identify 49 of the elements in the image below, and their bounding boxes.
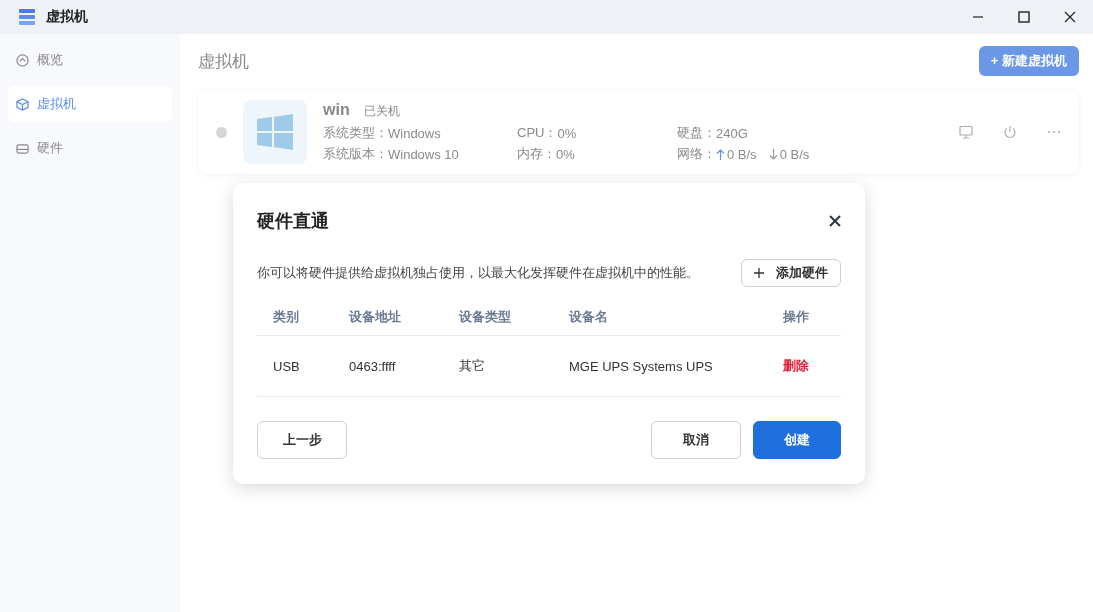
plus-icon xyxy=(754,268,764,278)
app-logo-icon xyxy=(18,8,36,26)
field-label: 系统版本： xyxy=(323,145,388,163)
arrow-down-icon xyxy=(768,148,778,160)
delete-link[interactable]: 删除 xyxy=(783,358,809,373)
table-cell-text: MGE UPS Systems UPS xyxy=(568,358,714,374)
table-cell-text: 0463:ffff xyxy=(348,358,397,374)
column-header: 操作 xyxy=(782,308,810,326)
table-cell-text: USB xyxy=(272,358,301,374)
arrow-up-icon xyxy=(716,148,725,160)
field-label: 系统类型： xyxy=(323,124,388,142)
download-speed: 0 B/s xyxy=(779,146,810,162)
cancel-button[interactable]: 取消 xyxy=(651,421,741,459)
monitor-icon[interactable] xyxy=(959,125,973,139)
sidebar-item[interactable]: 虚拟机 xyxy=(8,86,172,122)
column-header: 设备名 xyxy=(568,308,609,326)
close-icon[interactable] xyxy=(1064,11,1076,23)
add-hardware-button[interactable]: 添加硬件 xyxy=(741,259,841,287)
close-icon[interactable] xyxy=(829,215,841,227)
column-header: 设备地址 xyxy=(348,308,402,326)
sidebar-item[interactable]: 概览 xyxy=(8,42,172,78)
drive-icon xyxy=(16,141,29,155)
windows-logo-icon xyxy=(243,100,307,164)
field-label: 网络： xyxy=(677,145,716,163)
field-label: CPU： xyxy=(517,124,558,142)
field-label: 内存： xyxy=(517,145,556,163)
dialog-description: 你可以将硬件提供给虚拟机独占使用，以最大化发挥硬件在虚拟机中的性能。 xyxy=(257,264,699,282)
field-value: Windows xyxy=(388,125,441,141)
back-button[interactable]: 上一步 xyxy=(257,421,347,459)
vm-status: 已关机 xyxy=(363,103,400,120)
dialog-title: 硬件直通 xyxy=(257,210,329,233)
field-label: 硬盘： xyxy=(677,124,716,142)
window-title: 虚拟机 xyxy=(46,8,88,26)
field-value: Windows 10 xyxy=(388,146,459,162)
sidebar-item[interactable]: 硬件 xyxy=(8,130,172,166)
upload-speed: 0 B/s xyxy=(727,146,757,162)
create-button[interactable]: 创建 xyxy=(753,421,841,459)
vm-name: win xyxy=(323,101,350,119)
new-vm-button[interactable]: + 新建虚拟机 xyxy=(978,46,1079,76)
field-value: 0% xyxy=(556,146,575,162)
gauge-icon xyxy=(16,53,29,67)
cube-icon xyxy=(16,97,29,111)
maximize-icon[interactable] xyxy=(1018,11,1030,23)
page-title: 虚拟机 xyxy=(198,50,249,73)
field-value: 0% xyxy=(557,125,577,141)
field-value: 240G xyxy=(716,125,748,141)
column-header: 设备类型 xyxy=(458,308,512,326)
table-cell-text: 其它 xyxy=(458,357,486,375)
column-header: 类别 xyxy=(272,308,300,326)
